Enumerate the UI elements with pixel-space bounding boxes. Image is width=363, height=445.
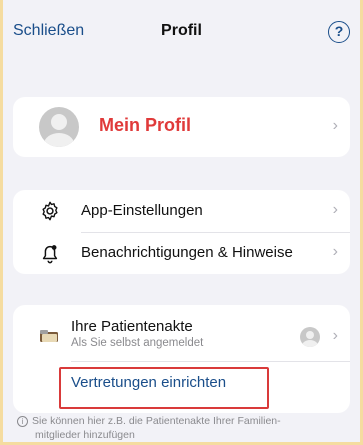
highlight-box <box>59 367 269 409</box>
gear-icon <box>42 201 58 221</box>
chevron-right-icon[interactable]: › <box>333 327 338 345</box>
patient-record-title[interactable]: Ihre Patientenakte <box>71 318 193 335</box>
footnote: i Sie können hier z.B. die Patientenakte … <box>17 414 350 442</box>
footnote-line-2: mitglieder hinzufügen <box>35 429 135 441</box>
navigation-bar: Schließen Profil ? <box>3 0 360 64</box>
patient-record-subtitle: Als Sie selbst angemeldet <box>71 337 204 349</box>
settings-card: App-Einstellungen › Benachrichtigungen &… <box>13 190 350 274</box>
bell-icon <box>42 245 58 264</box>
avatar <box>39 107 79 147</box>
app-settings-row[interactable]: App-Einstellungen › <box>13 190 350 233</box>
notifications-row[interactable]: Benachrichtigungen & Hinweise › <box>13 232 350 274</box>
avatar <box>300 327 320 347</box>
folder-icon <box>40 330 58 342</box>
my-profile-label: Mein Profil <box>99 115 192 135</box>
app-settings-label: App-Einstellungen <box>81 202 203 219</box>
notifications-label: Benachrichtigungen & Hinweise <box>81 244 293 261</box>
profile-screen: Schließen Profil ? Mein Profil › App-Ein… <box>0 0 363 445</box>
chevron-right-icon: › <box>332 201 338 218</box>
footnote-line-1: Sie können hier z.B. die Patientenakte I… <box>32 415 281 427</box>
chevron-right-icon: › <box>332 243 338 260</box>
my-profile-card[interactable]: Mein Profil › <box>13 97 350 157</box>
page-title: Profil <box>161 22 202 39</box>
info-icon: i <box>17 416 28 427</box>
screen: Schließen Profil ? Mein Profil › App-Ein… <box>0 0 363 445</box>
help-icon[interactable]: ? <box>328 21 350 43</box>
chevron-right-icon: › <box>332 117 338 134</box>
divider <box>71 361 350 362</box>
